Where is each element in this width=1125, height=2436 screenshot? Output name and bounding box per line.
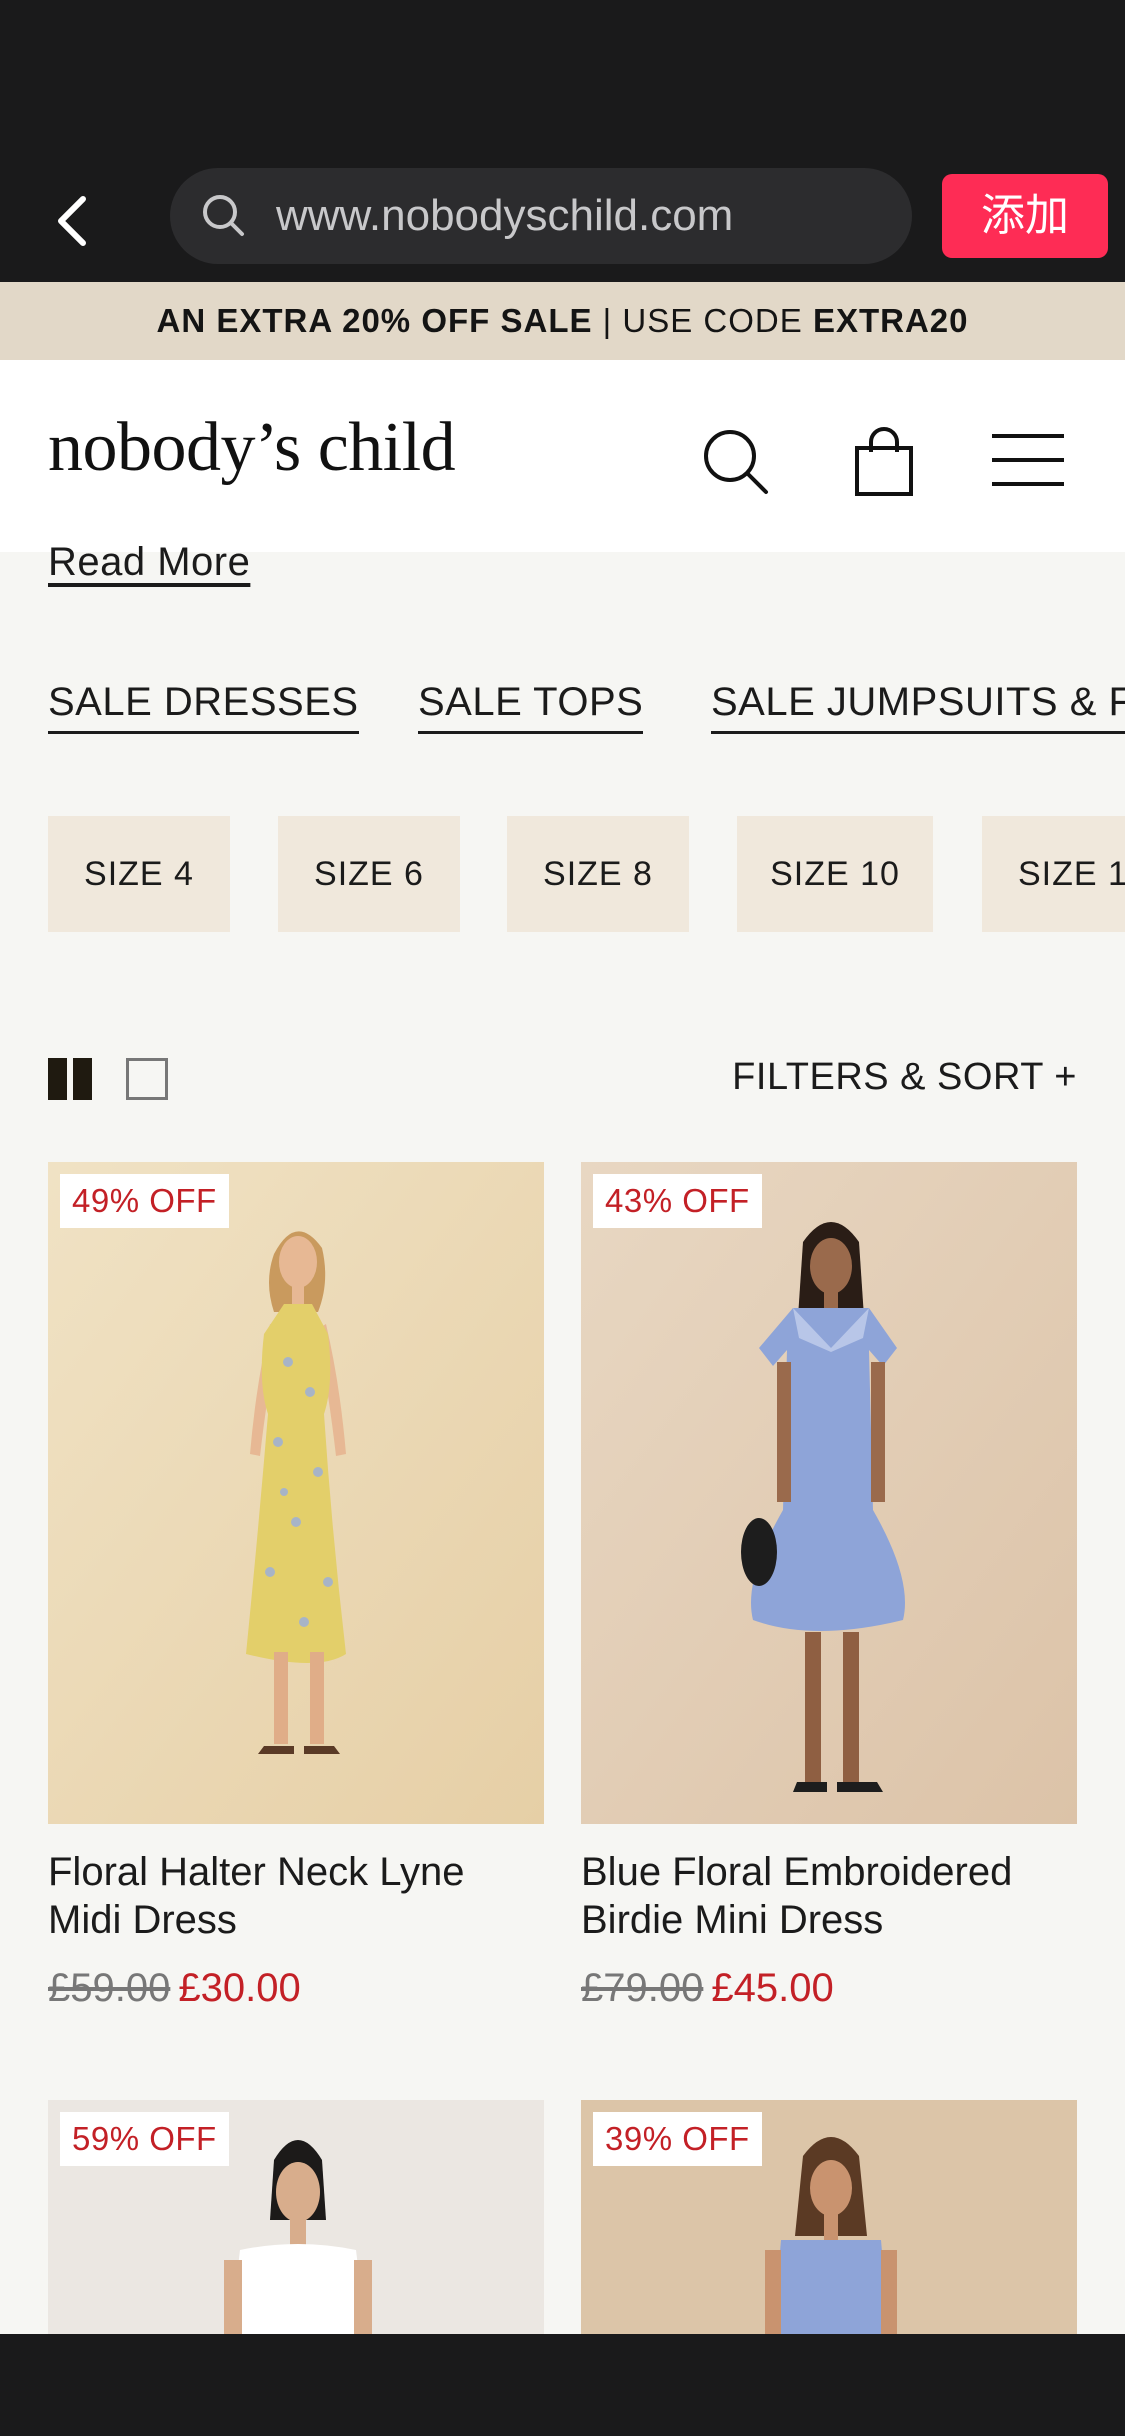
size-chip-12[interactable]: SIZE 12: [982, 816, 1125, 932]
product-card[interactable]: 43% OFF Blue Floral Embroidered Birdie M…: [581, 1162, 1077, 2022]
category-link-sale-tops[interactable]: SALE TOPS: [418, 680, 644, 734]
original-price: £79.00: [581, 1966, 704, 2010]
product-image[interactable]: 43% OFF: [581, 1162, 1077, 1824]
two-column-view-icon[interactable]: [48, 1058, 92, 1100]
size-chip-6[interactable]: SIZE 6: [278, 816, 460, 932]
read-more-link[interactable]: Read More: [48, 540, 250, 585]
listing-toolbar: FILTERS & SORT +: [0, 1050, 1125, 1110]
search-icon[interactable]: [696, 422, 776, 502]
category-links: SALE DRESSES SALE TOPS SALE JUMPSUITS & …: [0, 680, 1125, 750]
promo-separator: |: [592, 302, 623, 339]
promo-text-sale: AN EXTRA 20% OFF SALE: [156, 302, 593, 339]
status-bar-area: [0, 0, 1125, 160]
size-chip-10[interactable]: SIZE 10: [737, 816, 933, 932]
add-button[interactable]: 添加: [942, 174, 1108, 258]
promo-banner[interactable]: AN EXTRA 20% OFF SALE | USE CODE EXTRA20: [0, 282, 1125, 360]
product-image[interactable]: 49% OFF: [48, 1162, 544, 1824]
size-chip-8[interactable]: SIZE 8: [507, 816, 689, 932]
original-price: £59.00: [48, 1966, 171, 2010]
menu-icon[interactable]: [988, 422, 1068, 502]
discount-badge: 59% OFF: [60, 2112, 229, 2166]
discount-badge: 39% OFF: [593, 2112, 762, 2166]
chevron-left-icon: [58, 196, 86, 246]
product-image[interactable]: 59% OFF: [48, 2100, 544, 2334]
size-filter-chips: SIZE 4 SIZE 6 SIZE 8 SIZE 10 SIZE 12: [0, 816, 1125, 932]
filters-sort-button[interactable]: FILTERS & SORT +: [732, 1056, 1077, 1099]
category-link-sale-dresses[interactable]: SALE DRESSES: [48, 680, 359, 734]
sale-price: £30.00: [178, 1966, 301, 2010]
site-logo[interactable]: nobody’s child: [48, 408, 456, 488]
browser-toolbar: www.nobodyschild.com 添加: [0, 160, 1125, 282]
product-image[interactable]: 39% OFF: [581, 2100, 1077, 2334]
product-price: £79.00 £45.00: [581, 1966, 834, 2011]
sale-price: £45.00: [711, 1966, 834, 2010]
bag-icon[interactable]: [844, 422, 924, 502]
size-chip-4[interactable]: SIZE 4: [48, 816, 230, 932]
url-text: www.nobodyschild.com: [276, 191, 734, 240]
site-header: nobody’s child: [0, 360, 1125, 552]
product-price: £59.00 £30.00: [48, 1966, 301, 2011]
product-card[interactable]: 39% OFF: [581, 2100, 1077, 2334]
product-name[interactable]: Floral Halter Neck Lyne Midi Dress: [48, 1848, 544, 1944]
promo-text-code-label: USE CODE: [622, 302, 813, 339]
category-link-sale-jumpsuits[interactable]: SALE JUMPSUITS & F: [711, 680, 1125, 734]
browser-bottom-bar: [0, 2334, 1125, 2436]
product-card[interactable]: 59% OFF: [48, 2100, 544, 2334]
back-button[interactable]: [40, 182, 106, 260]
single-column-view-icon[interactable]: [126, 1058, 168, 1100]
search-icon: [203, 195, 244, 236]
promo-code: EXTRA20: [812, 302, 969, 339]
discount-badge: 49% OFF: [60, 1174, 229, 1228]
address-bar[interactable]: www.nobodyschild.com: [170, 168, 912, 264]
product-card[interactable]: 49% OFF Floral Halter Neck Lyne Midi Dre…: [48, 1162, 544, 2022]
product-name[interactable]: Blue Floral Embroidered Birdie Mini Dres…: [581, 1848, 1077, 1944]
discount-badge: 43% OFF: [593, 1174, 762, 1228]
